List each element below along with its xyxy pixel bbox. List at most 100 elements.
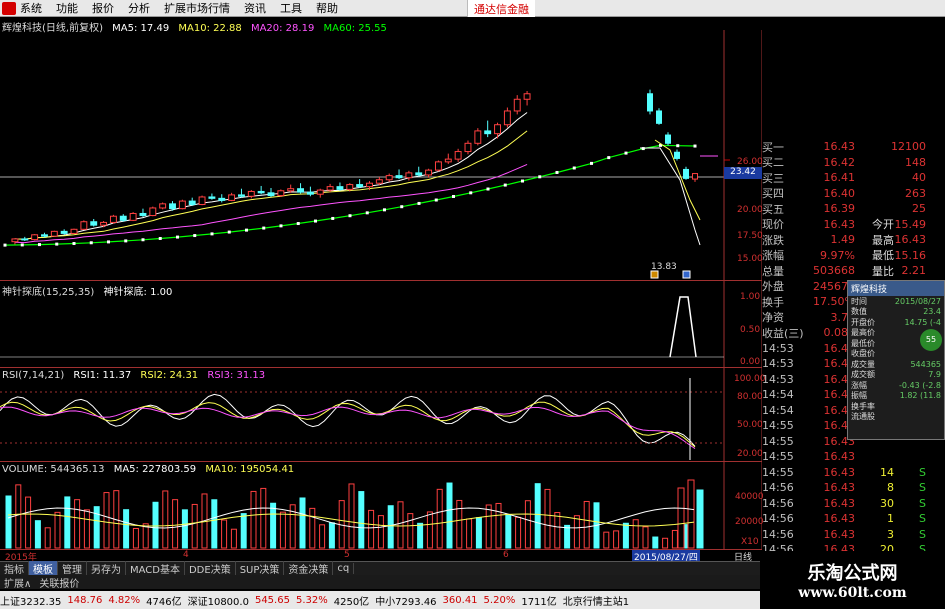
watermark: 乐淘公式网 www.60lt.com [760,551,945,609]
volume-bar [456,499,463,549]
popup-value: 14.75 (-4 [904,317,941,327]
ma5-line-right [640,147,701,246]
template-tab[interactable]: 另存为 [87,561,126,576]
volume-bar [696,489,704,549]
trade-row: 14:56 16.43 8 S [762,480,930,496]
volume-bar [162,490,169,549]
status-item: 545.65 [254,594,290,606]
volume-bar [466,518,473,549]
stat-row-v: 最低 [872,249,894,263]
expand-tab[interactable]: 扩展∧ [0,575,35,590]
app-logo-icon [2,1,16,15]
candle-body [503,110,511,126]
candle-body [484,130,492,135]
volume-bar [250,490,257,549]
candle-body [139,212,147,217]
indicator1-title: 神针探底(15,25,35) 神针探底: 1.00 [2,283,178,298]
trade-row-l: 14:53 [762,357,794,371]
menu-function[interactable]: 功能 [56,0,78,16]
status-item: 4.82% [108,594,141,606]
low-annotation: 13.83 [651,262,677,272]
volume-bar [211,499,218,549]
popup-value: 2015/08/27 [894,296,941,306]
indicator1-name: 神针探底(15,25,35) [2,287,95,298]
ma60-dot [72,242,76,246]
ma60-dot [107,240,110,244]
volume-bar [485,504,492,549]
template-tab[interactable]: MACD基本 [126,561,185,576]
volume-name: VOLUME: 544365.13 [2,464,105,475]
popup-key: 涨幅 [851,380,867,390]
ma60-dot [124,239,128,243]
volume-bar [534,483,541,549]
candle-body [277,190,285,197]
volume-bar [270,502,277,549]
volume-bar [279,511,286,549]
date-label-apr: 4 [183,550,189,560]
expand-tabs: 扩展∧ 关联报价 [0,575,760,590]
stat-row-v: 今开 [872,218,894,232]
volume-bar [671,529,678,549]
status-item: 5.20% [483,594,516,606]
ma-line-2 [14,163,528,244]
status-item: 1711亿 [521,596,557,608]
trade-row: 14:56 16.43 1 S [762,511,930,527]
ma-line-0 [14,112,528,240]
rsi3-label: RSI3: 31.13 [207,370,266,381]
candle-body [80,221,88,230]
candle-body [395,175,403,179]
volume-bar [652,536,659,549]
ma60-dot [279,224,283,228]
popup-key: 数值 [851,307,867,317]
indicator1-value: 神针探底: 1.00 [103,287,173,298]
ma60-dot [607,156,611,160]
ma60-dot [521,179,524,183]
ma60-dot [193,234,197,238]
stat-row-l: 涨跌 [762,233,784,247]
stat-row-l: 涨幅 [762,249,784,263]
candle-body [454,151,462,160]
brand-label: 通达信金融 [467,0,535,17]
popup-row: 时间 2015/08/27 [848,296,944,307]
ma60-dot [365,211,369,215]
bid-row-n: 25 [912,202,926,216]
template-tab[interactable]: 资金决策 [284,561,334,576]
ma60-dot [20,243,24,247]
volume-bar [407,513,414,549]
candle-body [656,110,662,124]
candle-body [149,207,157,217]
volume-bar [622,522,629,549]
bid-row: 买二 16.42 148 [762,155,930,171]
price-tick-5: 15.00 [737,254,763,264]
candle-body [257,190,265,194]
trade-row-v: 30 [880,496,894,510]
status-item: 深证10800.0 [187,596,249,608]
expand-tab[interactable]: 关联报价 [35,575,83,590]
stat-row-n: 2.21 [901,264,927,278]
candle-body [434,161,442,171]
popup-value: -0.43 (-2.8 [899,380,941,390]
candle-body [415,172,423,176]
menu-news[interactable]: 资讯 [244,0,266,16]
template-tab[interactable]: cq [333,563,355,574]
trade-row-l: 14:56 [762,481,794,495]
trade-row-l: 14:53 [762,341,794,355]
candle-body [70,228,78,234]
volume-bar [687,479,695,549]
template-tab[interactable]: SUP决策 [236,561,285,576]
menu-help[interactable]: 帮助 [316,0,338,16]
popup-key: 最高价 [851,328,875,338]
menu-extended-market[interactable]: 扩展市场行情 [164,0,230,16]
status-item: 中小7293.46 [375,596,437,608]
candle-body [474,130,482,144]
popup-key: 时间 [851,296,867,306]
ma60-dot [555,170,559,174]
candle-body [444,158,452,163]
template-tab[interactable]: DDE决策 [185,561,236,576]
menu-quote[interactable]: 报价 [92,0,114,16]
menu-system[interactable]: 系统 [20,0,42,16]
menu-analysis[interactable]: 分析 [128,0,150,16]
menu-tools[interactable]: 工具 [280,0,302,16]
info-popup[interactable]: 辉煌科技 时间 2015/08/27 数值 23.4 开盘价 14.75 (-4 最高价 最低… [847,280,945,440]
volume-bar [368,509,375,549]
